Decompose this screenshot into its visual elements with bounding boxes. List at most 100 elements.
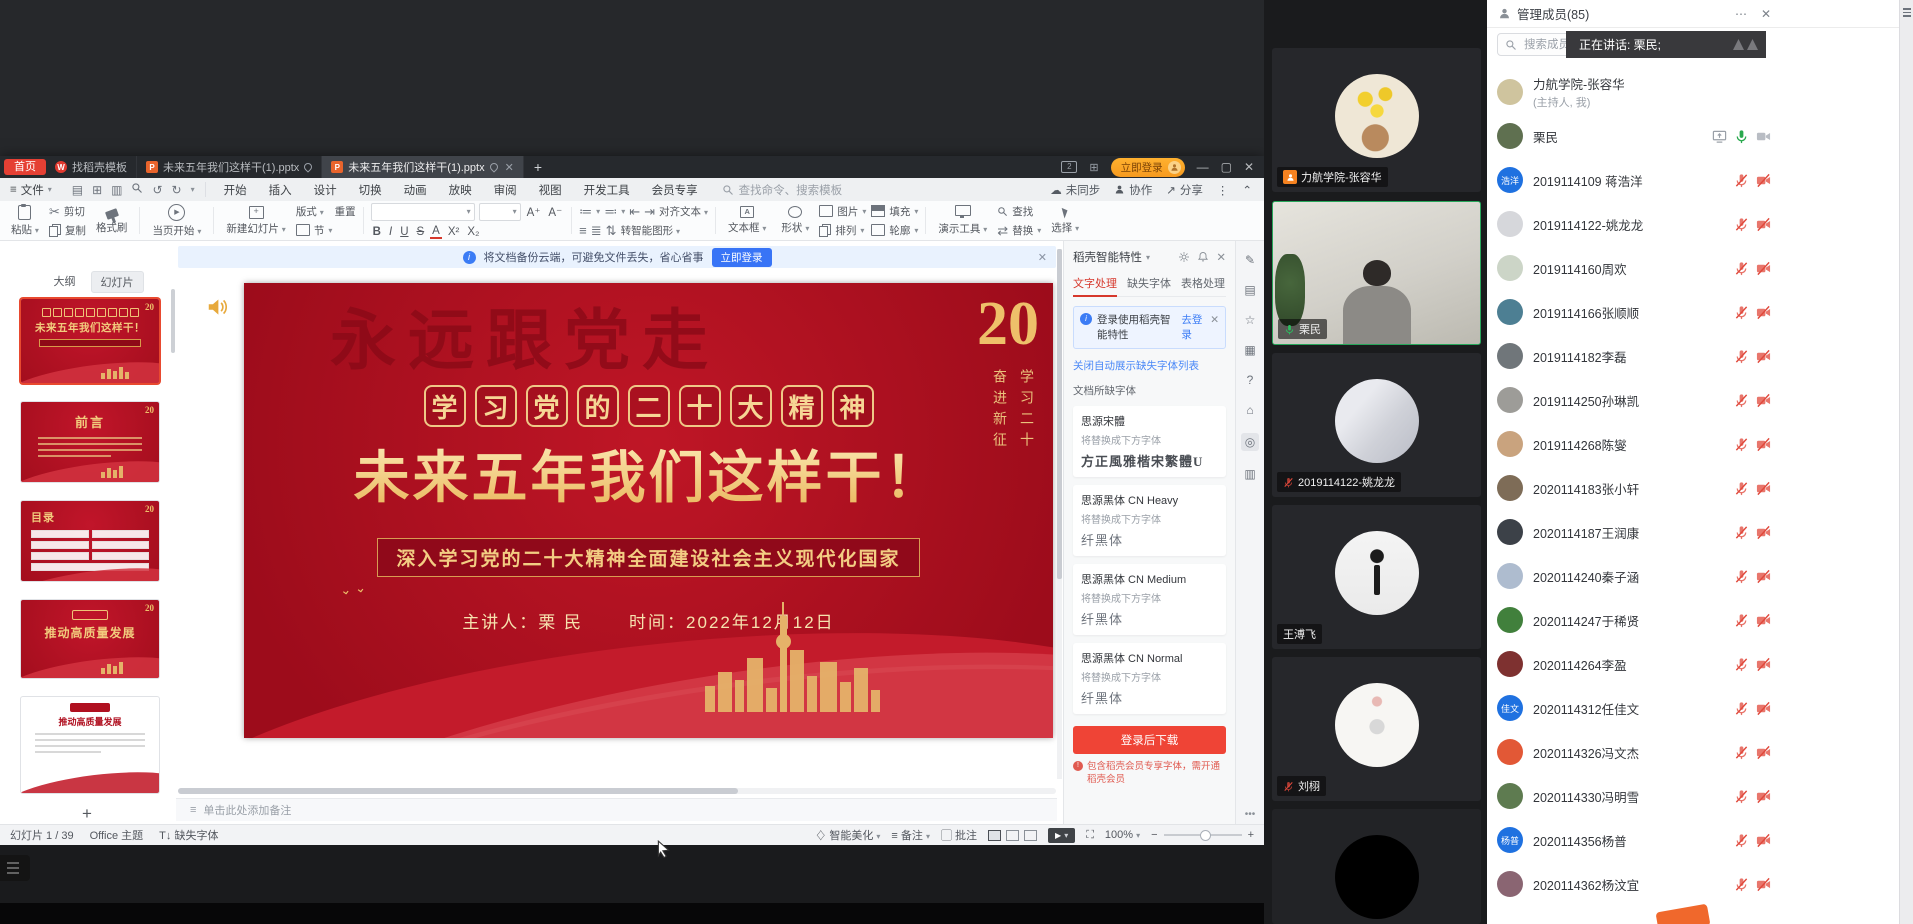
gear-icon[interactable] bbox=[1178, 251, 1190, 263]
go-login-link[interactable]: 去登录 bbox=[1181, 313, 1205, 342]
member-row[interactable]: 2019114268陈燮 bbox=[1487, 422, 1777, 466]
superscript-button[interactable]: X² bbox=[446, 226, 462, 238]
mic-muted-icon[interactable] bbox=[1734, 613, 1749, 628]
member-row[interactable]: 2020114240秦子涵 bbox=[1487, 554, 1777, 598]
shapes-button[interactable]: 形状 ▾ bbox=[776, 203, 814, 238]
presentation-tools-button[interactable]: 演示工具 ▾ bbox=[933, 203, 992, 238]
mic-muted-icon[interactable] bbox=[1734, 745, 1749, 760]
member-row[interactable]: 佳文 2020114312任佳文 bbox=[1487, 686, 1777, 730]
panel-tool-icon[interactable]: ▥ bbox=[1244, 467, 1255, 481]
properties-tool-icon[interactable]: ▤ bbox=[1244, 283, 1255, 297]
zoom-slider[interactable]: −+ bbox=[1151, 829, 1254, 841]
video-tile-liuxu[interactable]: 刘栩 bbox=[1272, 657, 1481, 801]
slideshow-play-button[interactable]: ▶ ▾ bbox=[1048, 828, 1075, 843]
member-row[interactable]: 2019114122-姚龙龙 bbox=[1487, 202, 1777, 246]
video-tile-yaolonglong[interactable]: 2019114122-姚龙龙 bbox=[1272, 353, 1481, 497]
zoom-slider-thumb[interactable] bbox=[1200, 830, 1211, 841]
download-after-login-button[interactable]: 登录后下载 bbox=[1073, 726, 1226, 754]
help-tool-icon[interactable]: ? bbox=[1247, 373, 1254, 387]
camera-muted-icon[interactable] bbox=[1756, 437, 1771, 452]
favorites-tool-icon[interactable]: ☆ bbox=[1245, 313, 1256, 327]
pin-icon[interactable] bbox=[303, 161, 314, 172]
mic-muted-icon[interactable] bbox=[1734, 305, 1749, 320]
more-tools-icon[interactable]: ••• bbox=[1245, 809, 1256, 820]
camera-muted-icon[interactable] bbox=[1756, 261, 1771, 276]
floating-toolbar-widget[interactable] bbox=[0, 855, 30, 881]
align-text-button[interactable]: 对齐文本 ▾ bbox=[659, 204, 708, 219]
layout-button[interactable]: 版式 ▾ bbox=[296, 204, 324, 219]
notes-bar[interactable]: ≡ 单击此处添加备注 bbox=[176, 798, 1057, 821]
member-row[interactable]: 2020114187王润康 bbox=[1487, 510, 1777, 554]
canvas-vertical-scrollbar[interactable] bbox=[1057, 249, 1062, 779]
ribbon-tab[interactable]: 审阅 bbox=[484, 180, 527, 200]
bell-icon[interactable] bbox=[1197, 251, 1209, 263]
mic-muted-icon[interactable] bbox=[1734, 657, 1749, 672]
tab-presentation-1[interactable]: P 未来五年我们这样干(1).pptx bbox=[137, 156, 322, 178]
camera-muted-icon[interactable] bbox=[1756, 569, 1771, 584]
mic-muted-icon[interactable] bbox=[1734, 833, 1749, 848]
reading-view-icon[interactable] bbox=[1024, 830, 1037, 841]
member-row[interactable]: 2019114160周欢 bbox=[1487, 246, 1777, 290]
mic-muted-icon[interactable] bbox=[1734, 789, 1749, 804]
picture-button[interactable]: 图片 ▾ bbox=[819, 204, 866, 219]
align-left-icon[interactable]: ≡ bbox=[579, 224, 587, 237]
tab-docer-templates[interactable]: W 找稻壳模板 bbox=[46, 156, 137, 178]
notes-button[interactable]: ≡ 备注 ▾ bbox=[891, 827, 930, 843]
tab-slides[interactable]: 幻灯片 bbox=[91, 271, 144, 293]
decrease-font-button[interactable]: A⁻ bbox=[546, 205, 564, 219]
thumbnail-scrollbar[interactable] bbox=[171, 289, 175, 353]
indent-icon[interactable]: ⇥ bbox=[644, 205, 655, 218]
pin-icon[interactable] bbox=[488, 161, 499, 172]
redo-icon[interactable]: ↻ bbox=[172, 183, 182, 197]
camera-muted-icon[interactable] bbox=[1756, 789, 1771, 804]
member-row[interactable]: 2020114183张小轩 bbox=[1487, 466, 1777, 510]
collaborate-button[interactable]: 协作 bbox=[1114, 182, 1152, 198]
select-button[interactable]: 选择 ▾ bbox=[1046, 203, 1084, 238]
beautify-button[interactable]: ♢ 智能美化 ▾ bbox=[815, 827, 880, 843]
home-tool-icon[interactable]: ⌂ bbox=[1246, 403, 1253, 417]
command-search[interactable]: 查找命令、搜索模板 bbox=[722, 182, 843, 198]
camera-muted-icon[interactable] bbox=[1756, 217, 1771, 232]
sync-status[interactable]: ☁未同步 bbox=[1050, 182, 1100, 198]
video-tile-6[interactable] bbox=[1272, 809, 1481, 924]
add-slide-button[interactable]: + bbox=[82, 804, 92, 824]
slide-thumb-2[interactable]: 20 前言 bbox=[21, 402, 159, 482]
align-center-icon[interactable]: ≣ bbox=[591, 224, 602, 237]
increase-font-button[interactable]: A⁺ bbox=[525, 205, 543, 219]
member-row[interactable]: 力航学院-张容华 (主持人, 我) bbox=[1487, 70, 1777, 114]
member-row[interactable]: 2020114264李盈 bbox=[1487, 642, 1777, 686]
font-panel-tab[interactable]: 文字处理 bbox=[1073, 275, 1117, 297]
line-spacing-icon[interactable]: ⇅ bbox=[606, 224, 617, 237]
camera-muted-icon[interactable] bbox=[1756, 525, 1771, 540]
textbox-button[interactable]: A文本框 ▾ bbox=[723, 203, 771, 238]
mic-muted-icon[interactable] bbox=[1734, 701, 1749, 716]
find-button[interactable]: 查找 bbox=[997, 204, 1041, 219]
mic-muted-icon[interactable] bbox=[1734, 569, 1749, 584]
camera-muted-icon[interactable] bbox=[1756, 657, 1771, 672]
ribbon-tab[interactable]: 动画 bbox=[394, 180, 437, 200]
close-panel-icon[interactable]: ✕ bbox=[1761, 7, 1771, 21]
replace-button[interactable]: ⇄替换 ▾ bbox=[997, 223, 1041, 238]
docer-tool-icon-active[interactable]: ◎ bbox=[1241, 433, 1259, 451]
tab-presentation-2-active[interactable]: P 未来五年我们这样干(1).pptx ✕ bbox=[322, 156, 524, 178]
member-row[interactable]: 2019114250孙琳凯 bbox=[1487, 378, 1777, 422]
camera-muted-icon[interactable] bbox=[1756, 833, 1771, 848]
restore-button[interactable]: ▢ bbox=[1221, 160, 1232, 174]
close-notification-icon[interactable]: ✕ bbox=[1038, 251, 1047, 264]
ribbon-tab[interactable]: 开发工具 bbox=[574, 180, 640, 200]
wps-home-button[interactable]: 首页 bbox=[4, 159, 46, 175]
slide-audio-icon[interactable] bbox=[206, 296, 228, 323]
mic-muted-icon[interactable] bbox=[1734, 437, 1749, 452]
subscript-button[interactable]: X₂ bbox=[465, 226, 481, 238]
play-from-current-button[interactable]: ▶当页开始 ▾ bbox=[147, 203, 206, 238]
more-menu-icon[interactable]: ⋮ bbox=[1217, 183, 1229, 197]
reset-button[interactable]: 重置 bbox=[335, 204, 356, 219]
save-icon[interactable]: ▤ bbox=[72, 183, 83, 197]
chevron-down-icon[interactable]: ▾ bbox=[1146, 253, 1150, 262]
copy-button[interactable]: 复制 bbox=[49, 223, 86, 238]
multi-window-icon[interactable]: 2 bbox=[1061, 161, 1077, 173]
slide-thumb-1[interactable]: 20 未来五年我们这样干！ bbox=[21, 299, 159, 383]
mic-muted-icon[interactable] bbox=[1734, 173, 1749, 188]
arrange-button[interactable]: 排列 ▾ bbox=[819, 223, 866, 238]
missing-font-status[interactable]: T↓ 缺失字体 bbox=[159, 827, 218, 843]
